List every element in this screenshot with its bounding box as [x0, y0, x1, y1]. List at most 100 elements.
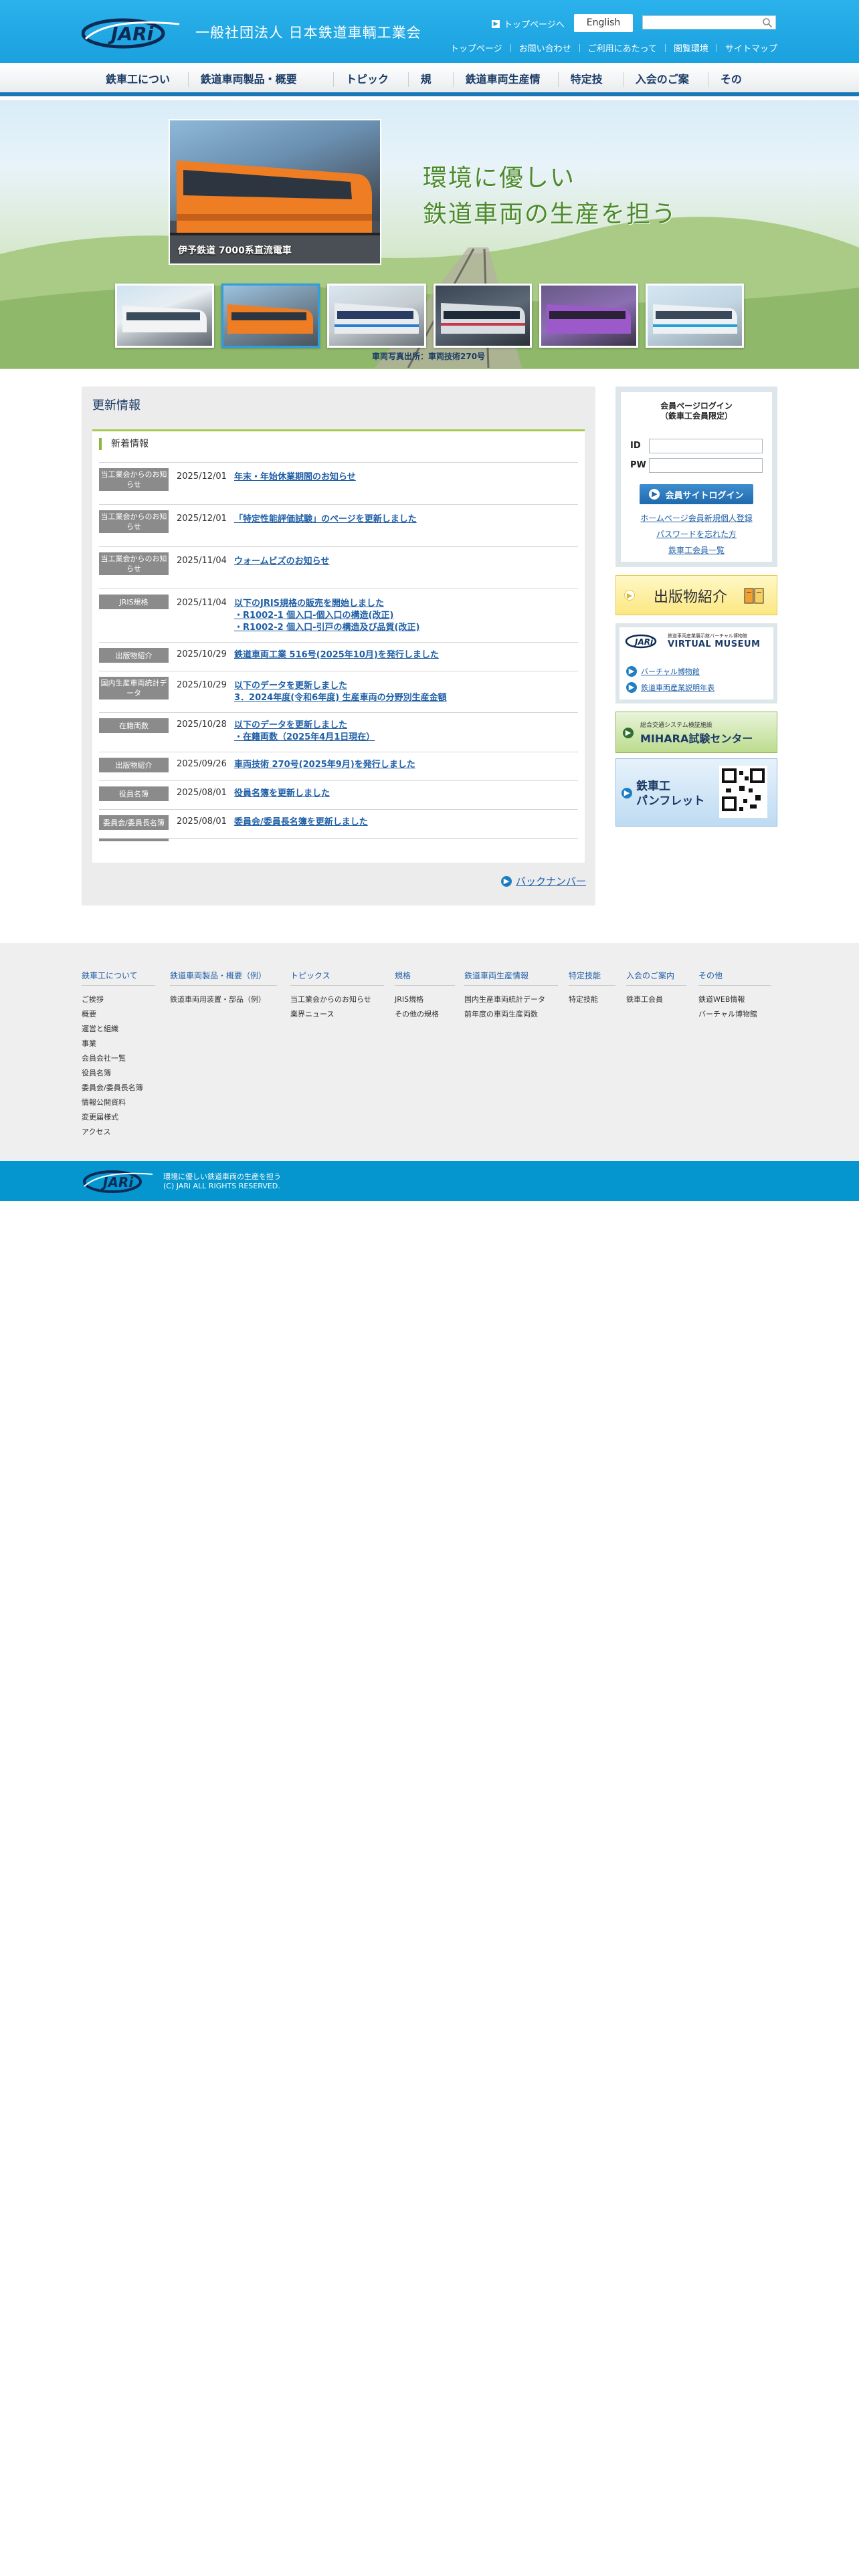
footer-link[interactable]: 概要	[82, 1007, 155, 1022]
news-title-link[interactable]: ウォームビズのお知らせ	[229, 552, 329, 568]
password-field[interactable]	[649, 458, 763, 473]
footer-bar: JARi 環境に優しい鉄道車両の生産を担う (C) JARi ALL RIGHT…	[0, 1161, 859, 1201]
footer-link[interactable]: 鉄道車両用装置・部品（例）	[170, 992, 277, 1007]
mihara-title: MIHARA試験センター	[640, 732, 753, 745]
footer-link[interactable]: 国内生産車両統計データ	[464, 992, 558, 1007]
gnav-membership[interactable]: 入会のご案内	[624, 63, 708, 119]
forgot-password-link[interactable]: パスワードを忘れた方	[621, 528, 772, 540]
news-title-link[interactable]: 「特定性能評価試験」のページを更新しました	[229, 510, 417, 526]
english-button[interactable]: English	[574, 14, 633, 32]
member-login-button[interactable]: ▶ 会員サイトログイン	[640, 484, 753, 504]
news-item: JRIS規格 2025/11/04 以下のJRIS規格の販売を開始しました ・R…	[99, 588, 578, 639]
footer-link[interactable]: 変更届様式	[82, 1110, 155, 1125]
footer-link[interactable]: 運営と組織	[82, 1022, 155, 1037]
footer-column: その他 鉄道WEB情報 バーチャル博物館	[698, 970, 771, 1022]
arrow-circle-icon: ▶	[500, 875, 512, 887]
footer-column-title[interactable]: トピックス	[290, 970, 384, 986]
footer-column-title[interactable]: 鉄道車両生産情報	[464, 970, 558, 986]
footer-link[interactable]: 委員会/委員長名簿	[82, 1081, 155, 1095]
jari-logo[interactable]: JARi	[82, 15, 183, 49]
gnav-products[interactable]: 鉄道車両製品・概要（例）	[189, 63, 333, 119]
arrow-square-icon: ▶	[492, 19, 500, 28]
util-link-terms[interactable]: ご利用にあたって	[580, 41, 665, 54]
footer-column-title[interactable]: 鉄車工について	[82, 970, 155, 986]
footer-link[interactable]: 前年度の車両生産両数	[464, 1007, 558, 1022]
register-link[interactable]: ホームページ会員新規個人登録	[621, 512, 772, 524]
train-thumbnail[interactable]	[645, 284, 744, 348]
news-title-link[interactable]: 以下のJRIS規格の販売を開始しました ・R1002-1 個入口-個入口の構造(…	[229, 595, 419, 634]
util-link-environment[interactable]: 閲覧環境	[666, 41, 717, 54]
news-title-link[interactable]: 以下のデータを更新しました 3．2024年度(令和6年度) 生産車両の分野別生産…	[229, 677, 447, 704]
footer-link[interactable]: JRIS規格	[395, 992, 455, 1007]
mihara-test-center-banner[interactable]: ▶ 総合交通システム検証施設 MIHARA試験センター	[615, 712, 777, 753]
svg-text:JARi: JARi	[634, 637, 654, 647]
gnav-standards[interactable]: 規格	[409, 63, 453, 119]
footer-link[interactable]: 事業	[82, 1037, 155, 1051]
train-thumbnail[interactable]	[327, 284, 426, 348]
footer-link[interactable]: 鉄道WEB情報	[698, 992, 771, 1007]
members-list-link[interactable]: 鉄車工会員一覧	[621, 544, 772, 556]
news-item: 出版物紹介 2025/09/26 車両技術 270号(2025年9月)を発行しま…	[99, 752, 578, 778]
news-date: 2025/10/29	[177, 649, 227, 659]
util-link-top[interactable]: トップページ	[442, 41, 510, 54]
to-top-link[interactable]: ▶ トップページへ	[492, 17, 565, 30]
footer-link[interactable]: その他の規格	[395, 1007, 455, 1022]
news-title-link[interactable]: 以下のデータを更新しました ・在籍両数（2025年4月1日現在）	[229, 718, 375, 744]
login-title-line-1: 会員ページログイン	[660, 401, 733, 411]
footer-column-title[interactable]: 入会のご案内	[626, 970, 686, 986]
footer-link[interactable]: 情報公開資料	[82, 1095, 155, 1110]
virtual-museum-link[interactable]: ▶ バーチャル博物館	[626, 666, 700, 677]
industry-history-link-label: 鉄道車両産業説明年表	[641, 683, 714, 692]
virtual-museum-header[interactable]: JARi 鉄道車両産業展示館バーチャル博物館 VIRTUAL MUSEUM	[625, 631, 768, 650]
site-header: JARi 一般社団法人 日本鉄道車輌工業会 ▶ トップページへ English …	[0, 0, 859, 63]
gnav-about[interactable]: 鉄車工について	[94, 63, 188, 119]
search-input[interactable]	[642, 15, 776, 29]
gnav-topics[interactable]: トピックス	[334, 63, 408, 119]
news-section: 更新情報 新着情報 当工業会からのお知らせ 2025/12/01 年末・年始休業…	[82, 387, 595, 905]
news-title-link[interactable]: 委員会/委員長名簿を更新しました	[229, 815, 368, 829]
footer-link[interactable]: アクセス	[82, 1125, 155, 1140]
footer-column-title[interactable]: 規格	[395, 970, 455, 986]
book-icon	[744, 588, 764, 604]
footer-link[interactable]: 鉄車工会員	[626, 992, 686, 1007]
id-field[interactable]	[649, 439, 763, 453]
train-thumbnail[interactable]	[115, 284, 214, 348]
news-title-link[interactable]: 年末・年始休業期間のお知らせ	[229, 468, 356, 484]
train-thumbnail-active[interactable]	[221, 284, 320, 348]
virtual-museum-title: VIRTUAL MUSEUM	[668, 639, 761, 649]
gnav-specified-skills[interactable]: 特定技能	[559, 63, 623, 119]
slogan-line-1: 環境に優しい	[423, 165, 576, 192]
footer-column-title[interactable]: 鉄道車両製品・概要（例）	[170, 970, 277, 986]
backnumber-link[interactable]: ▶ バックナンバー	[500, 874, 586, 888]
publications-banner[interactable]: ▶ 出版物紹介	[615, 575, 777, 615]
footer-link[interactable]: 業界ニュース	[290, 1007, 384, 1022]
jari-logo-footer[interactable]: JARi	[82, 1168, 155, 1194]
footer-link[interactable]: 当工業会からのお知らせ	[290, 992, 384, 1007]
util-link-sitemap[interactable]: サイトマップ	[717, 41, 777, 54]
footer-link[interactable]: 役員名簿	[82, 1066, 155, 1081]
footer-column-title[interactable]: 特定技能	[569, 970, 615, 986]
news-panel: 新着情報 当工業会からのお知らせ 2025/12/01 年末・年始休業期間のお知…	[92, 429, 585, 863]
footer-column: 鉄道車両生産情報 国内生産車両統計データ 前年度の車両生産両数	[464, 970, 558, 1022]
publications-banner-label: 出版物紹介	[654, 589, 728, 606]
footer-link[interactable]: バーチャル博物館	[698, 1007, 771, 1022]
footer-link[interactable]: ご挨拶	[82, 992, 155, 1007]
train-thumbnail[interactable]	[539, 284, 638, 348]
news-title-link[interactable]: 役員名簿を更新しました	[229, 786, 330, 800]
news-title-link[interactable]: 車両技術 270号(2025年9月)を発行しました	[229, 758, 415, 771]
pamphlet-banner[interactable]: ▶ 鉄車工 パンフレット	[615, 758, 777, 827]
news-category-badge: 当工業会からのお知らせ	[99, 552, 169, 575]
train-thumbnail[interactable]	[433, 284, 532, 348]
svg-text:JARi: JARi	[108, 23, 154, 45]
virtual-museum-subtitle: 鉄道車両産業展示館バーチャル博物館	[668, 633, 747, 639]
search-icon[interactable]	[762, 17, 773, 28]
footer-copyright: (C) JARi ALL RIGHTS RESERVED.	[163, 1182, 280, 1190]
footer-link[interactable]: 会員会社一覧	[82, 1051, 155, 1066]
gnav-production[interactable]: 鉄道車両生産情報	[454, 63, 558, 119]
gnav-other[interactable]: その他	[708, 63, 763, 119]
news-title-link[interactable]: 鉄道車両工業 516号(2025年10月)を発行しました	[229, 648, 439, 661]
util-link-contact[interactable]: お問い合わせ	[511, 41, 579, 54]
industry-history-link[interactable]: ▶ 鉄道車両産業説明年表	[626, 682, 714, 693]
footer-column-title[interactable]: その他	[698, 970, 771, 986]
footer-link[interactable]: 特定技能	[569, 992, 615, 1007]
